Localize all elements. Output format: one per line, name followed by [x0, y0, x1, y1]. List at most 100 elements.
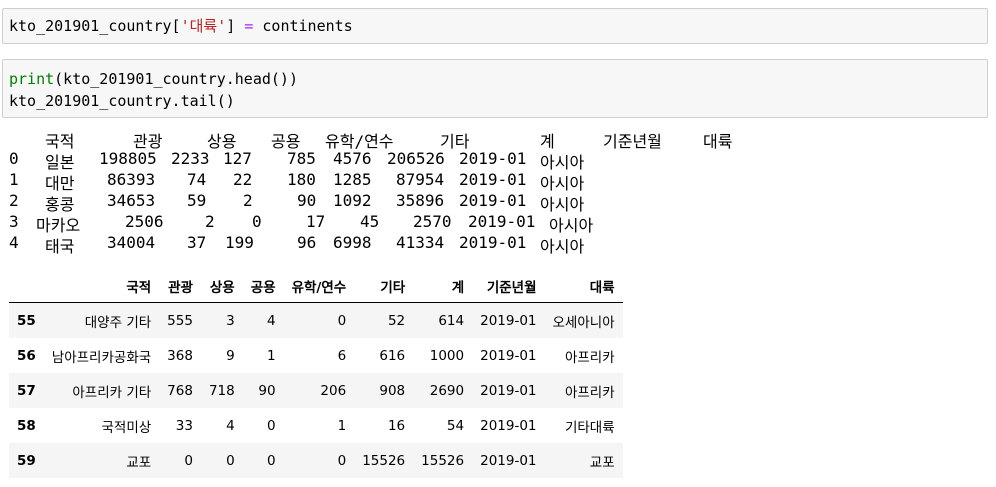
table-cell: 교포	[126, 454, 152, 471]
head-cell: 6998	[333, 233, 372, 252]
row-index: 56	[17, 347, 36, 364]
head-cell: 17	[306, 212, 326, 231]
table-cell: 2019-01	[480, 382, 537, 399]
head-cell: 59	[187, 191, 207, 210]
head-cell: 태국	[45, 237, 75, 256]
table-cell: 52	[387, 312, 406, 329]
head-cell: 37	[187, 233, 207, 252]
column-header: 계	[413, 270, 473, 303]
code-text: kto_201901_country.tail()	[9, 92, 235, 110]
table-cell: 4	[266, 312, 276, 329]
table-cell: 6	[337, 347, 347, 364]
head-cell: 34004	[107, 233, 156, 252]
column-header: 국적	[43, 270, 160, 303]
table-cell: 2690	[429, 382, 465, 399]
table-row: 56 남아프리카공화국 368 9 1 6 616 1000 2019-01 아…	[9, 338, 623, 373]
head-cell: 2233	[171, 149, 210, 168]
head-cell: 127	[223, 149, 252, 168]
head-cell: 2019-01	[459, 191, 527, 210]
head-cell: 2	[205, 212, 215, 231]
head-cell: 아시아	[540, 237, 585, 256]
head-output: 국적 관광 상용 공용 유학/연수 기타 계 기준년월 대륙 0 일본 1988…	[0, 124, 780, 258]
head-cell: 35896	[396, 191, 445, 210]
head-cell: 2019-01	[468, 212, 536, 231]
column-header: 기준년월	[472, 270, 545, 303]
row-index: 55	[17, 312, 36, 329]
head-cell: 0	[252, 212, 262, 231]
head-cell: 785	[287, 149, 316, 168]
head-cell: 90	[297, 191, 317, 210]
table-row: 57 아프리카 기타 768 718 90 206 908 2690 2019-…	[9, 373, 623, 408]
table-cell: 국적미상	[101, 419, 152, 436]
table-cell: 718	[208, 382, 235, 399]
table-cell: 아프리카 기타	[72, 384, 152, 401]
table-cell: 0	[226, 452, 235, 469]
code-cell-head-tail[interactable]: print(kto_201901_country.head()) kto_201…	[2, 59, 988, 118]
table-cell: 0	[266, 417, 276, 434]
table-cell: 남아프리카공화국	[51, 349, 152, 366]
table-cell: 15526	[421, 452, 465, 469]
table-cell: 368	[167, 347, 193, 364]
head-cell: 1285	[333, 170, 372, 189]
head-cell: 74	[187, 170, 207, 189]
table-cell: 0	[266, 452, 276, 469]
head-row-index: 0	[9, 149, 19, 168]
table-cell: 54	[446, 417, 465, 434]
table-cell: 1	[337, 417, 347, 434]
code-text: kto_201901_country[	[9, 17, 181, 35]
table-cell: 4	[226, 417, 235, 434]
table-cell: 기타대륙	[564, 419, 615, 436]
table-cell: 15526	[362, 452, 406, 469]
column-header: 상용	[200, 270, 243, 303]
table-cell: 1	[266, 347, 276, 364]
head-cell: 87954	[396, 170, 445, 189]
head-row-index: 4	[9, 233, 19, 252]
table-header-row: 국적 관광 상용 공용 유학/연수 기타 계 기준년월 대륙	[9, 270, 623, 303]
table-cell: 아프리카	[564, 384, 615, 401]
row-index: 59	[17, 452, 36, 469]
table-cell: 206	[320, 382, 347, 399]
column-header: 기타	[354, 270, 414, 303]
column-header: 유학/연수	[283, 270, 355, 303]
table-cell: 3	[226, 312, 235, 329]
table-row: 55 대양주 기타 555 3 4 0 52 614 2019-01 오세아니아	[9, 302, 623, 338]
table-cell: 교포	[589, 454, 615, 471]
head-row-index: 2	[9, 191, 19, 210]
code-cell-assign[interactable]: kto_201901_country['대륙'] = continents	[2, 8, 988, 44]
head-cell: 34653	[107, 191, 156, 210]
table-cell: 90	[258, 382, 276, 399]
head-cell: 22	[233, 170, 253, 189]
head-cell: 2570	[413, 212, 452, 231]
head-cell: 86393	[107, 170, 156, 189]
head-cell: 96	[297, 233, 317, 252]
table-cell: 2019-01	[480, 417, 537, 434]
table-cell: 2019-01	[480, 347, 537, 364]
table-cell: 0	[337, 452, 347, 469]
head-cell: 198805	[99, 149, 157, 168]
code-string: '대륙'	[180, 17, 227, 35]
tail-dataframe-table: 국적 관광 상용 공용 유학/연수 기타 계 기준년월 대륙 55 대양주 기타…	[9, 270, 623, 478]
table-cell: 33	[175, 417, 193, 434]
head-row-index: 3	[9, 212, 19, 231]
table-cell: 0	[184, 452, 193, 469]
table-cell: 1000	[429, 347, 465, 364]
head-row-index: 1	[9, 170, 19, 189]
head-cell: 206526	[387, 149, 445, 168]
table-cell: 908	[379, 382, 406, 399]
code-text: (kto_201901_country.head())	[54, 70, 298, 88]
head-cell: 2019-01	[459, 170, 527, 189]
table-cell: 616	[379, 347, 406, 364]
head-cell: 1092	[333, 191, 372, 210]
table-cell: 768	[167, 382, 193, 399]
table-cell: 16	[387, 417, 406, 434]
row-index: 58	[17, 417, 36, 434]
table-row: 58 국적미상 33 4 0 1 16 54 2019-01 기타대륙	[9, 408, 623, 443]
table-cell: 9	[226, 347, 235, 364]
table-cell: 오세아니아	[552, 314, 615, 331]
head-col-label: 대륙	[703, 132, 733, 151]
table-cell: 614	[438, 312, 465, 329]
head-cell: 41334	[396, 233, 445, 252]
table-cell: 2019-01	[480, 312, 537, 329]
table-cell: 아프리카	[564, 349, 615, 366]
table-cell: 555	[167, 312, 193, 329]
